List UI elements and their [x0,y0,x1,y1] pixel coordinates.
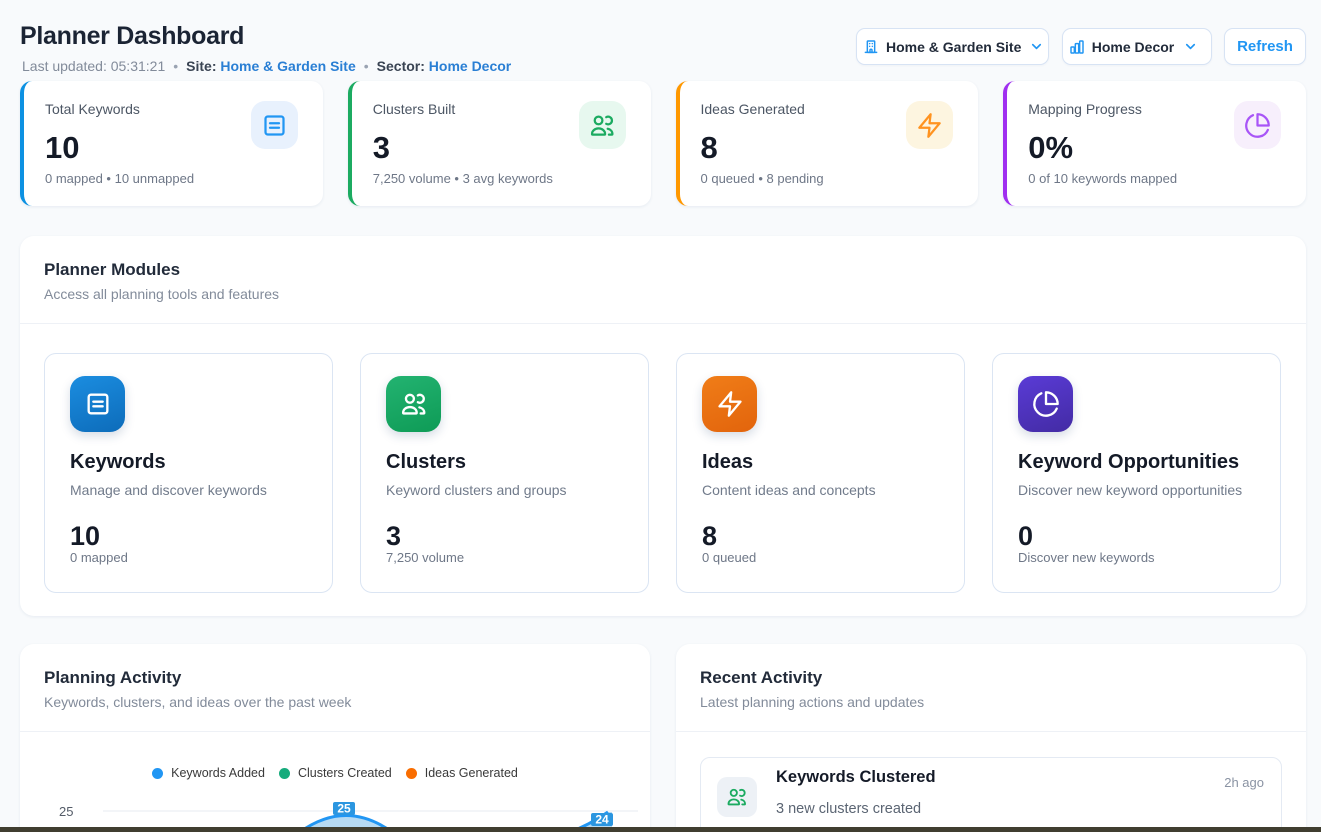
svg-text:24: 24 [595,813,609,827]
svg-text:25: 25 [337,802,351,816]
svg-text:25: 25 [59,804,73,819]
